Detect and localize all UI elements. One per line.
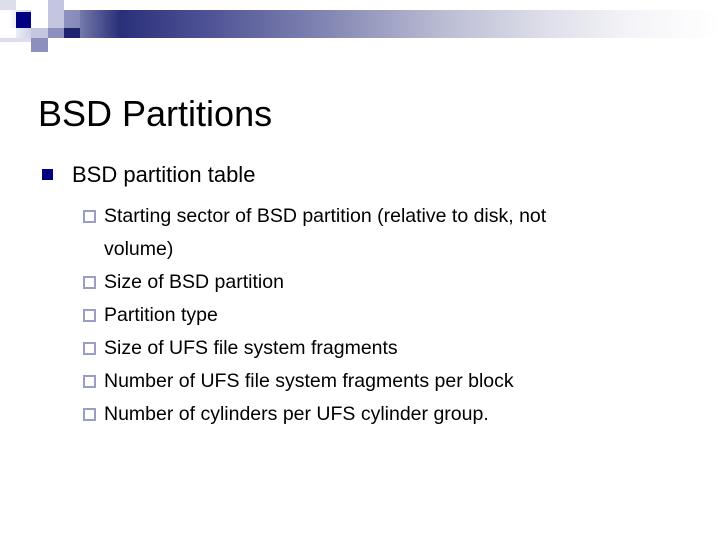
- decor-square-white-3: [64, 0, 80, 10]
- list-item-line: Size of BSD partition: [104, 271, 284, 293]
- decor-square-mid-2: [48, 28, 64, 38]
- page-title: BSD Partitions: [38, 93, 273, 135]
- decor-square-white-1: [16, 0, 32, 10]
- list-item: Starting sector of BSD partition (relati…: [0, 200, 720, 266]
- decor-square-white-2: [32, 0, 48, 10]
- header-gradient-band: [0, 10, 720, 38]
- list-item: Size of UFS file system fragments: [0, 332, 720, 365]
- list-item-line: Number of UFS file system fragments per …: [104, 370, 514, 392]
- list-item-label: Number of cylinders per UFS cylinder gro…: [104, 398, 720, 431]
- decor-square-white-4: [31, 10, 48, 28]
- list-item-line: Number of cylinders per UFS cylinder gro…: [104, 403, 489, 425]
- decor-square-light-1: [48, 0, 64, 10]
- hollow-square-bullet-icon: [83, 375, 96, 388]
- list-item-line: Size of UFS file system fragments: [104, 337, 398, 359]
- list-item: Number of cylinders per UFS cylinder gro…: [0, 398, 720, 431]
- list-item-level1: BSD partition table: [0, 160, 720, 190]
- list-item-label: Size of UFS file system fragments: [104, 332, 720, 365]
- list-item-label: Starting sector of BSD partition (relati…: [104, 200, 720, 266]
- hollow-square-bullet-icon: [83, 309, 96, 322]
- hollow-square-bullet-icon: [83, 276, 96, 289]
- list-item-label: Number of UFS file system fragments per …: [104, 365, 720, 398]
- hollow-square-bullet-icon: [83, 342, 96, 355]
- decor-square-mid-3: [31, 38, 48, 52]
- decor-square-navy-2: [64, 28, 80, 38]
- decor-square-light-3: [31, 28, 48, 38]
- decor-square-navy-1: [16, 12, 31, 28]
- header-decoration: [0, 0, 720, 56]
- list-item-line: Partition type: [104, 304, 218, 326]
- decor-square-mid-1: [64, 10, 80, 28]
- sub-bullet-list: Starting sector of BSD partition (relati…: [0, 200, 720, 431]
- list-item-label: Size of BSD partition: [104, 266, 720, 299]
- decor-square-light-2: [48, 10, 64, 28]
- list-item-line-wrapped: volume): [104, 238, 174, 260]
- slide-body: BSD partition table Starting sector of B…: [0, 160, 720, 431]
- hollow-square-bullet-icon: [83, 408, 96, 421]
- list-item-label: Partition type: [104, 299, 720, 332]
- list-item-level1-label: BSD partition table: [72, 162, 256, 187]
- filled-square-bullet-icon: [42, 169, 53, 180]
- list-item-line: Starting sector of BSD partition (relati…: [104, 205, 547, 227]
- list-item: Number of UFS file system fragments per …: [0, 365, 720, 398]
- decor-square-white-6: [48, 38, 80, 52]
- hollow-square-bullet-icon: [83, 210, 96, 223]
- list-item: Size of BSD partition: [0, 266, 720, 299]
- list-item: Partition type: [0, 299, 720, 332]
- decor-square-pale-1: [0, 0, 16, 10]
- decor-square-pale-2: [0, 38, 31, 42]
